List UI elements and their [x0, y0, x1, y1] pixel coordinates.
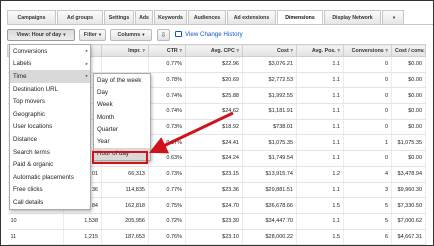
- adwords-dimensions-panel: Campaigns Ad groups Settings Ads Keyword…: [0, 0, 434, 246]
- annotation-arrow-icon: [148, 111, 234, 154]
